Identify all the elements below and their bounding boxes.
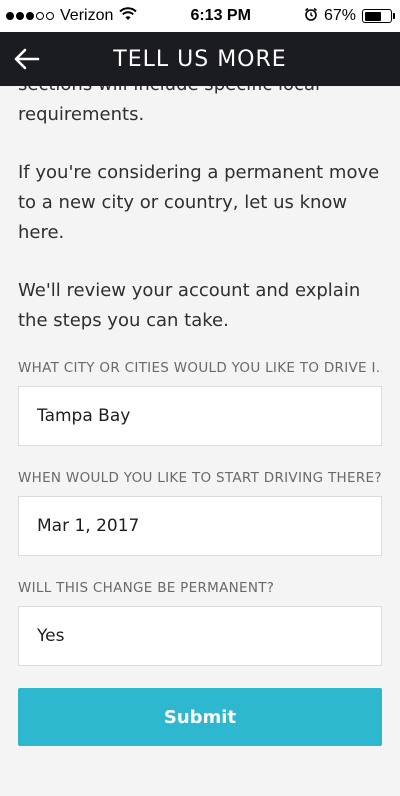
battery-icon [362,9,395,23]
city-field-label: WHAT CITY OR CITIES WOULD YOU LIKE TO DR… [18,360,382,376]
info-paragraph: We'll review your account and explain th… [18,280,361,331]
main-content: sections will include specific local req… [0,86,400,796]
header-bar: TELL US MORE [0,32,400,86]
start-date-field-label: WHEN WOULD YOU LIKE TO START DRIVING THE… [18,470,382,486]
status-right: 67% [304,7,395,26]
status-time: 6:13 PM [190,7,251,24]
info-paragraph: If you're considering a permanent move t… [18,162,380,243]
permanent-field-label: WILL THIS CHANGE BE PERMANENT? [18,580,275,596]
back-button[interactable] [0,32,54,86]
arrow-left-icon [14,48,40,70]
submit-button[interactable]: Submit [18,688,382,746]
alarm-clock-icon [304,7,318,26]
page-title: TELL US MORE [113,46,287,72]
status-left: Verizon [6,6,138,26]
battery-percent: 67% [323,7,356,24]
city-input[interactable]: Tampa Bay [18,386,382,446]
status-bar: Verizon 6:13 PM 67% [0,0,400,32]
wifi-icon [119,6,138,26]
signal-strength-icon [6,12,54,20]
start-date-input[interactable]: Mar 1, 2017 [18,496,382,556]
info-paragraph: sections will include specific local req… [18,86,320,125]
permanent-select[interactable]: Yes [18,606,382,666]
carrier-name: Verizon [60,7,114,24]
